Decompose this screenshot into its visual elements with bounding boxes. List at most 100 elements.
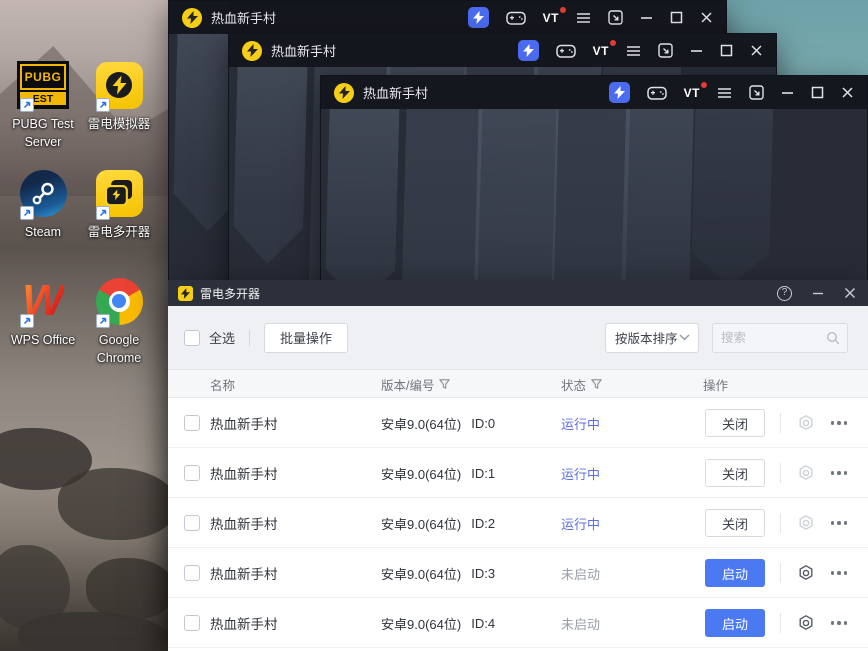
more-actions-icon[interactable] [827, 462, 851, 484]
emulator-title: 热血新手村 [363, 86, 429, 101]
row-divider [780, 563, 781, 583]
start-instance-button[interactable]: 启动 [705, 609, 765, 637]
desktop-icon-pubg-test-server[interactable]: PUBG EST PUBG Test Server [1, 60, 85, 151]
search-input[interactable] [721, 330, 827, 345]
desktop-icon-google-chrome[interactable]: Google Chrome [77, 276, 161, 367]
desktop-icon-ld-multi-opener[interactable]: 雷电多开器 [77, 168, 161, 241]
desktop-icon-label: PUBG Test Server [12, 117, 74, 150]
instance-name: 热血新手村 [210, 567, 278, 582]
shortcut-arrow-icon [20, 206, 34, 220]
maximize-icon[interactable] [811, 86, 824, 99]
manager-titlebar[interactable]: 雷电多开器 ? [168, 280, 868, 306]
minimize-icon[interactable] [640, 11, 653, 24]
close-icon[interactable] [700, 11, 713, 24]
start-instance-button[interactable]: 启动 [705, 559, 765, 587]
gamepad-icon[interactable] [646, 85, 667, 100]
batch-operation-button[interactable]: 批量操作 [264, 322, 349, 353]
instance-status: 运行中 [561, 516, 601, 532]
maximize-icon[interactable] [720, 44, 733, 57]
settings-gear-icon[interactable] [797, 414, 815, 437]
mini-mode-icon[interactable] [658, 43, 673, 58]
more-actions-icon[interactable] [827, 562, 851, 584]
row-divider [780, 513, 781, 533]
settings-gear-icon[interactable] [797, 464, 815, 487]
sort-dropdown[interactable]: 按版本排序 [605, 322, 699, 353]
version-filter-icon[interactable] [439, 378, 451, 390]
status-filter-icon[interactable] [591, 378, 602, 390]
maximize-icon[interactable] [670, 11, 683, 24]
toolbar-divider [249, 329, 251, 346]
select-all-label: 全选 [209, 331, 236, 346]
menu-icon[interactable] [717, 87, 732, 99]
manager-toolbar: 全选 批量操作 按版本排序 [168, 306, 868, 370]
instance-row: 热血新手村 安卓9.0(64位) ID:3 未启动 启动 [168, 548, 868, 598]
header-version: 版本/编号 [381, 370, 451, 398]
row-checkbox[interactable] [184, 615, 200, 631]
instance-row: 热血新手村 安卓9.0(64位) ID:0 运行中 关闭 [168, 398, 868, 448]
vt-badge[interactable]: VT [543, 6, 566, 25]
close-icon[interactable] [841, 86, 854, 99]
emulator-titlebar[interactable]: 热血新手村 VT [229, 34, 776, 67]
search-box[interactable] [712, 322, 848, 353]
more-actions-icon[interactable] [827, 612, 851, 634]
settings-gear-icon[interactable] [797, 564, 815, 587]
instance-version: 安卓9.0(64位) ID:3 [381, 565, 496, 582]
emulator-titlebar[interactable]: 热血新手村 VT [321, 76, 867, 109]
header-status: 状态 [561, 370, 602, 398]
gamepad-icon[interactable] [505, 10, 526, 25]
mini-mode-icon[interactable] [749, 85, 764, 100]
desktop-icon-label: Steam [24, 225, 62, 239]
minimize-icon[interactable] [781, 86, 794, 99]
manager-title: 雷电多开器 [200, 286, 261, 301]
menu-icon[interactable] [626, 45, 641, 57]
screen: PUBG EST PUBG Test Server 雷电模拟器 Steam 雷电… [0, 0, 868, 651]
row-checkbox[interactable] [184, 415, 200, 431]
desktop-icon-ldplayer[interactable]: 雷电模拟器 [77, 60, 161, 133]
row-checkbox[interactable] [184, 465, 200, 481]
select-all-checkbox[interactable] [184, 329, 200, 346]
desktop-icon-label: 雷电多开器 [87, 225, 151, 239]
row-checkbox[interactable] [184, 565, 200, 581]
more-actions-icon[interactable] [827, 512, 851, 534]
desktop-icon-wps-office[interactable]: W WPS Office [1, 276, 85, 349]
emulator-titlebar[interactable]: 热血新手村 VT [169, 1, 726, 34]
close-icon[interactable] [844, 287, 856, 299]
instance-version: 安卓9.0(64位) ID:4 [381, 615, 496, 632]
help-icon[interactable]: ? [777, 285, 792, 301]
minimize-icon[interactable] [812, 287, 824, 299]
gamepad-icon[interactable] [555, 43, 576, 58]
chevron-down-icon [679, 334, 690, 341]
menu-icon[interactable] [576, 12, 591, 24]
instance-name: 热血新手村 [210, 467, 278, 482]
close-instance-button[interactable]: 关闭 [705, 409, 765, 437]
notification-dot [701, 81, 707, 88]
shortcut-arrow-icon [20, 314, 34, 328]
desktop-icon-steam[interactable]: Steam [1, 168, 85, 241]
settings-gear-icon[interactable] [797, 614, 815, 637]
vt-badge[interactable]: VT [684, 81, 707, 100]
close-icon[interactable] [750, 44, 763, 57]
row-divider [780, 613, 781, 633]
desktop-icon-label: 雷电模拟器 [87, 117, 151, 131]
vt-badge[interactable]: VT [593, 39, 616, 58]
close-instance-button[interactable]: 关闭 [705, 509, 765, 537]
mini-mode-icon[interactable] [608, 10, 623, 25]
more-actions-icon[interactable] [827, 412, 851, 434]
boost-icon[interactable] [517, 40, 539, 61]
instance-row: 热血新手村 安卓9.0(64位) ID:4 未启动 启动 [168, 598, 868, 648]
settings-gear-icon[interactable] [797, 514, 815, 537]
multi-manager-window: 雷电多开器 ? 全选 批量操作 按版本排序 搜索 名称 版本/编号 状态 操作 … [168, 280, 868, 651]
row-checkbox[interactable] [184, 515, 200, 531]
minimize-icon[interactable] [690, 44, 703, 57]
instance-status: 未启动 [561, 566, 601, 582]
boost-icon[interactable] [467, 7, 489, 28]
table-header: 名称 版本/编号 状态 操作 [168, 370, 868, 398]
instance-version: 安卓9.0(64位) ID:2 [381, 515, 496, 532]
close-instance-button[interactable]: 关闭 [705, 459, 765, 487]
ldplayer-logo-icon [334, 82, 354, 103]
desktop-icon-label: WPS Office [10, 333, 76, 347]
shortcut-arrow-icon [96, 314, 110, 328]
shortcut-arrow-icon [20, 98, 34, 112]
boost-icon[interactable] [608, 82, 630, 103]
instance-name: 热血新手村 [210, 617, 278, 632]
